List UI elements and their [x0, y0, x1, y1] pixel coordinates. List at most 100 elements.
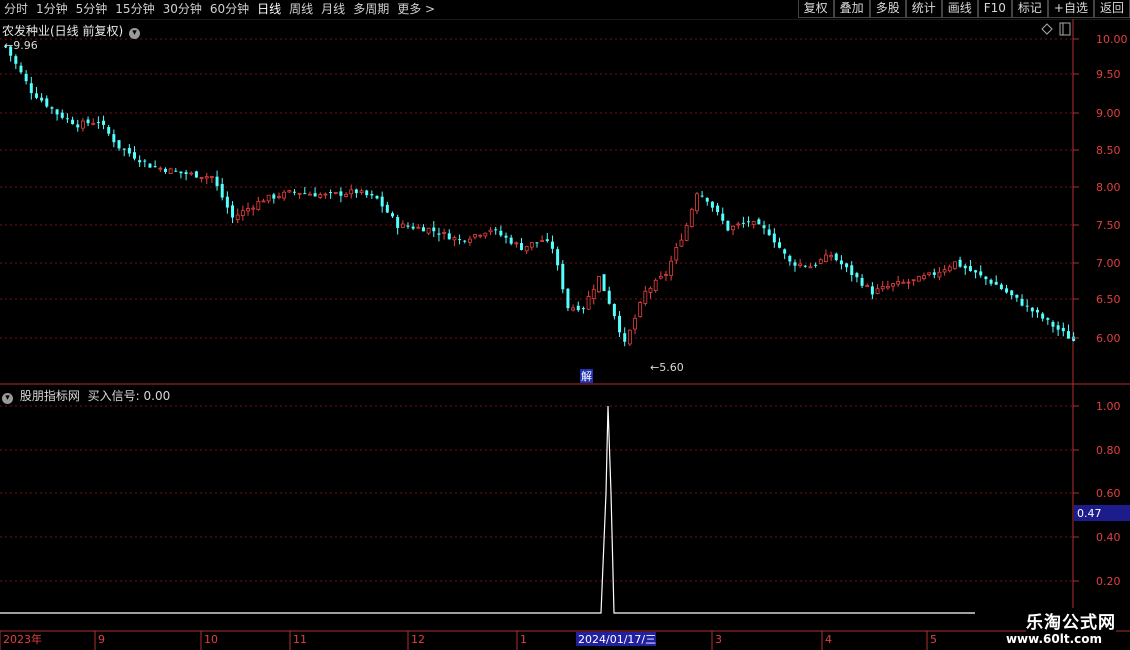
- candle-body: [1061, 327, 1065, 332]
- candle-body: [885, 285, 890, 289]
- candle-body: [989, 279, 993, 284]
- candle-body: [406, 225, 410, 227]
- tab-more[interactable]: 更多 >: [393, 1, 439, 18]
- tab-5min[interactable]: 5分钟: [72, 1, 112, 18]
- candle-body: [731, 225, 735, 231]
- candle-body: [231, 205, 235, 218]
- candle-body: [638, 302, 643, 317]
- candle-body: [896, 280, 901, 285]
- candle-body: [674, 247, 679, 261]
- candle-body: [618, 315, 622, 333]
- candle-body: [158, 167, 163, 170]
- candle-body: [122, 148, 126, 150]
- indicator-grid: [0, 405, 1073, 582]
- candle-body: [148, 163, 152, 168]
- candle-body: [818, 259, 823, 264]
- candle-body: [788, 255, 792, 262]
- tab-30min[interactable]: 30分钟: [159, 1, 206, 18]
- fuquan-button[interactable]: 复权: [797, 0, 834, 18]
- candle-body: [942, 269, 947, 273]
- candle-body: [344, 193, 348, 197]
- tab-multi-period[interactable]: 多周期: [349, 1, 393, 18]
- y-tick-label: 9.50: [1096, 68, 1121, 81]
- crosshair-date-label: 2024/01/17/三: [578, 633, 656, 646]
- tab-15min[interactable]: 15分钟: [111, 1, 158, 18]
- candle-body: [695, 193, 699, 212]
- candle-body: [984, 276, 988, 280]
- candle-body: [220, 184, 224, 198]
- y-tick-label: 6.50: [1096, 293, 1121, 306]
- candle-body: [865, 285, 870, 287]
- candle-body: [602, 274, 606, 292]
- back-button[interactable]: 返回: [1093, 0, 1130, 18]
- stock-title: 农发种业(日线 前复权): [2, 24, 124, 38]
- kline-chart: 10.00 9.50 9.00 8.50 8.00 7.50 7.00 6.50…: [0, 19, 1130, 650]
- candle-body: [529, 242, 534, 248]
- tab-60min[interactable]: 60分钟: [206, 1, 253, 18]
- candle-body: [174, 170, 178, 172]
- diamond-icon[interactable]: [1041, 23, 1053, 35]
- statistics-button[interactable]: 统计: [905, 0, 942, 18]
- candle-body: [839, 260, 843, 265]
- overlay-button[interactable]: 叠加: [833, 0, 870, 18]
- candle-body: [447, 233, 451, 240]
- candle-body: [385, 204, 389, 213]
- candle-body: [14, 56, 18, 64]
- candle-body: [112, 134, 116, 143]
- x-tick-label: 1: [520, 633, 527, 646]
- candle-body: [1051, 321, 1055, 327]
- mark-button[interactable]: 标记: [1011, 0, 1048, 18]
- tab-1min[interactable]: 1分钟: [32, 1, 72, 18]
- candle-body: [467, 238, 472, 243]
- candle-body: [308, 193, 312, 196]
- candle-body: [1015, 294, 1019, 298]
- candle-body: [716, 205, 720, 213]
- candle-body: [1072, 336, 1076, 341]
- candle-body: [658, 275, 663, 279]
- candle-body: [225, 196, 229, 208]
- tab-monthly[interactable]: 月线: [317, 1, 349, 18]
- x-tick-label: 3: [715, 633, 722, 646]
- candle-body: [24, 73, 28, 82]
- tab-fenshi[interactable]: 分时: [0, 1, 32, 18]
- x-tick-label: 4: [825, 633, 832, 646]
- candle-body: [576, 305, 580, 311]
- candle-body: [400, 223, 405, 228]
- candle-body: [45, 98, 49, 107]
- add-favorite-button[interactable]: +自选: [1047, 0, 1094, 18]
- candle-body: [117, 140, 121, 149]
- candle-body: [143, 160, 147, 162]
- candle-body: [1056, 325, 1060, 330]
- y-tick-label: 9.00: [1096, 107, 1121, 120]
- candle-body: [607, 290, 611, 304]
- multi-stock-button[interactable]: 多股: [869, 0, 906, 18]
- candle-body: [736, 223, 741, 226]
- panel-maximize-icon[interactable]: [1059, 22, 1071, 36]
- candle-body: [339, 191, 343, 196]
- candle-body: [55, 109, 59, 115]
- period-tabs: 分时 1分钟 5分钟 15分钟 30分钟 60分钟 日线 周线 月线 多周期 更…: [0, 1, 439, 18]
- candle-body: [313, 193, 317, 197]
- candle-body: [824, 254, 828, 262]
- chevron-down-icon[interactable]: ▾: [2, 393, 13, 404]
- candle-body: [199, 177, 204, 179]
- tab-weekly[interactable]: 周线: [285, 1, 317, 18]
- candle-body: [318, 194, 323, 198]
- indicator-name: 股朋指标网: [19, 389, 80, 403]
- candle-body: [287, 190, 292, 193]
- chevron-down-icon[interactable]: ▾: [129, 28, 141, 39]
- candle-body: [153, 166, 157, 168]
- candle-body: [906, 281, 911, 284]
- candle-body: [514, 242, 519, 245]
- low-price-marker: ←5.60: [650, 361, 684, 374]
- f10-button[interactable]: F10: [977, 0, 1012, 18]
- candle-body: [916, 276, 921, 282]
- candle-body: [566, 288, 570, 309]
- draw-line-button[interactable]: 画线: [941, 0, 978, 18]
- tab-daily[interactable]: 日线: [253, 1, 285, 18]
- candle-body: [1025, 305, 1029, 307]
- candle-body: [261, 200, 266, 203]
- candle-body: [323, 193, 328, 196]
- candle-body: [963, 265, 967, 269]
- current-value-label: 0.47: [1077, 507, 1102, 520]
